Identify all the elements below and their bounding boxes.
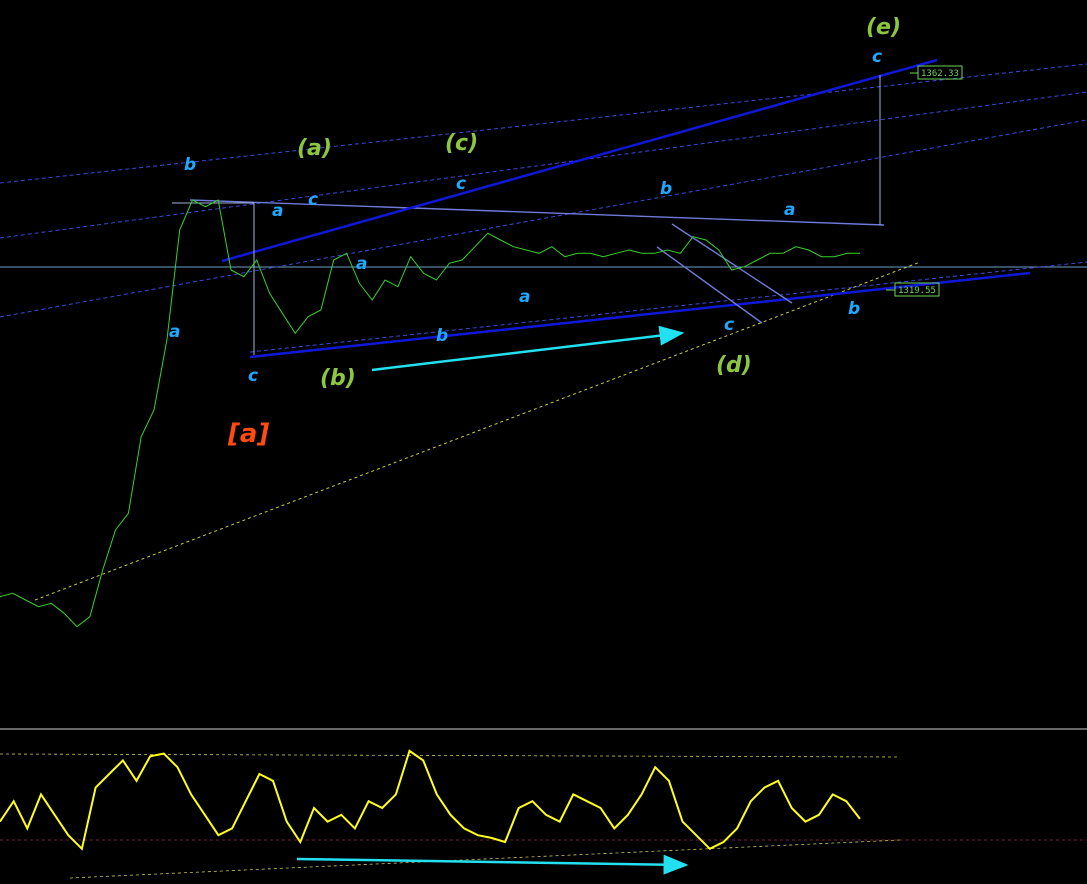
wave-label-minor-c-5: c [872,47,882,67]
oscillator-series-line[interactable] [0,749,861,851]
wave-d-channel-line-1[interactable] [671,223,793,304]
wave-label-intermediate-b: (b) [320,366,356,391]
triangle-upper-line[interactable] [189,199,885,226]
wave-label-intermediate-d: (d) [716,353,752,378]
chart-stage: 1362.33 1319.55 [a] (a) (b) (c) (d) (e) … [0,0,1087,884]
wave-label-minor-a-5: a [784,200,795,220]
wave-label-intermediate-c: (c) [445,131,478,156]
dashed-support-line[interactable] [34,261,921,601]
price-series-line[interactable] [0,199,860,628]
wave-label-minor-c-4: c [724,315,734,335]
wave-label-minor-c-1: c [248,366,258,386]
price-tag-upper-text: 1362.33 [921,69,959,79]
wave-label-primary-a: [a] [227,419,269,449]
wave-label-minor-c-2: c [308,190,318,210]
oscillator-upper-trendline[interactable] [0,753,901,758]
price-tag-lower-text: 1319.55 [898,286,936,296]
wave-label-minor-b-1: b [184,155,196,175]
wave-label-intermediate-e: (e) [866,15,901,40]
wave-label-minor-b-3: b [436,326,448,346]
wave-label-intermediate-a: (a) [297,136,332,161]
wave-label-minor-a-2: a [272,201,283,221]
wave-label-minor-a-1: a [169,322,180,342]
wave-label-minor-a-3: a [356,254,367,274]
price-tag-upper[interactable]: 1362.33 [910,65,963,80]
oscillator-lower-trendline[interactable] [69,839,901,879]
wave-label-minor-a-4: a [519,287,530,307]
chart-canvas: 1362.33 1319.55 [a] (a) (b) (c) (d) (e) … [0,15,1087,879]
wave-label-minor-c-3: c [456,174,466,194]
wave-label-minor-b-5: b [848,299,860,319]
cyan-arrow-oscillator[interactable] [296,854,689,875]
wave-label-minor-b-4: b [660,179,672,199]
dashed-channel-line-4[interactable] [249,261,1087,353]
